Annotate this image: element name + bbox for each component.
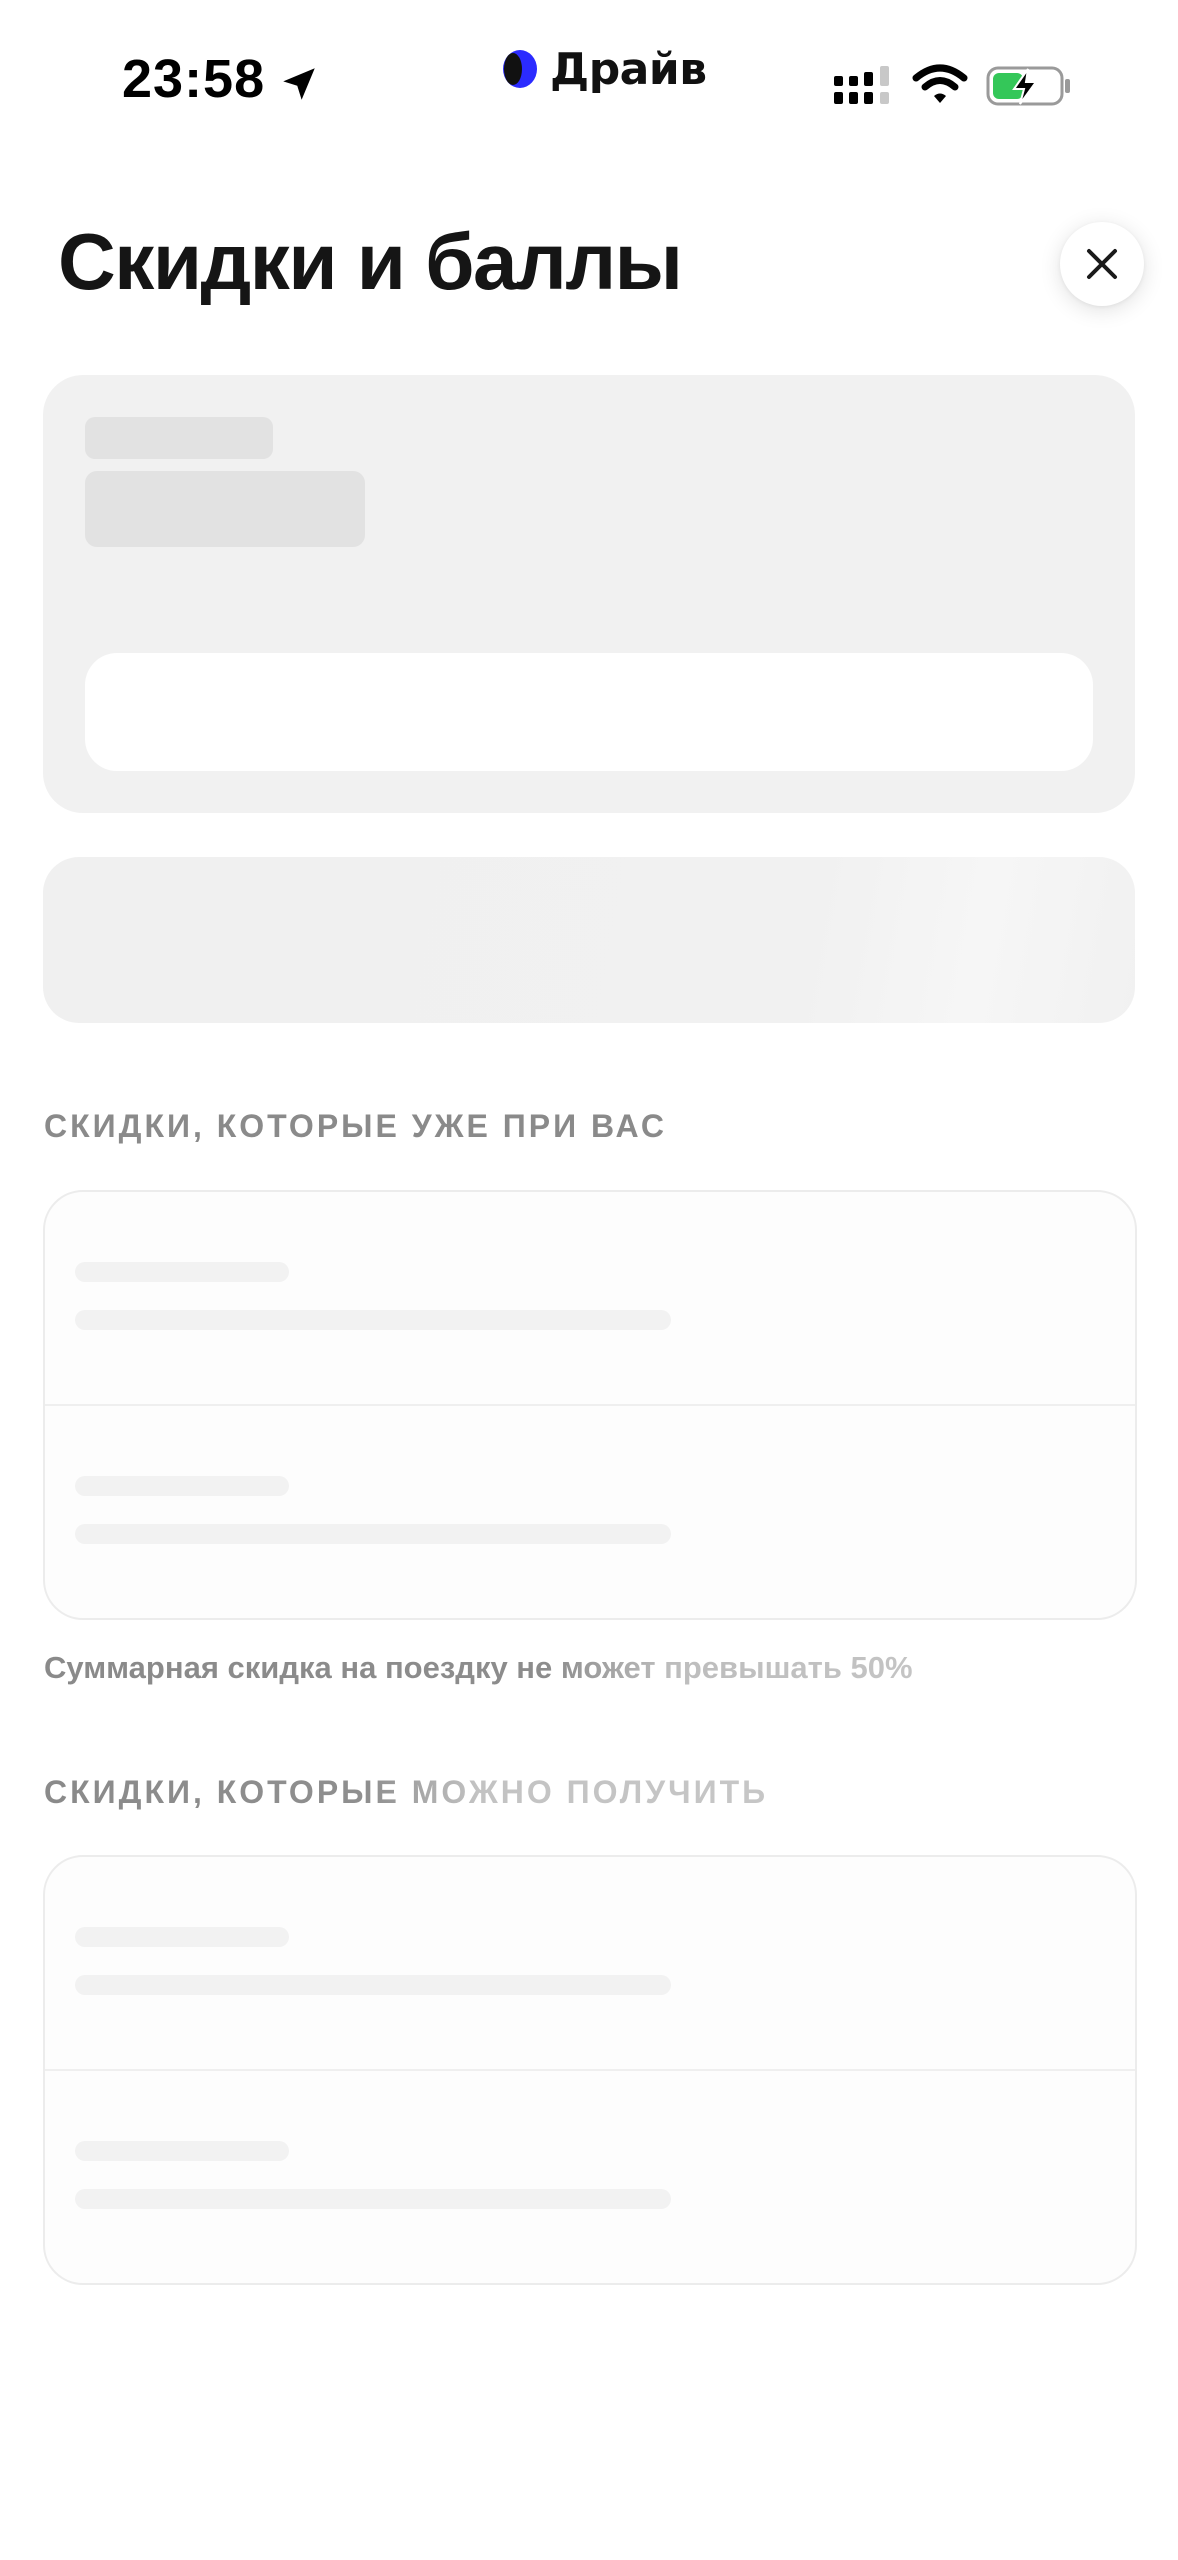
location-arrow-icon [283, 68, 315, 100]
status-bar: 23:58 Драйв [0, 0, 1178, 150]
active-discounts-list [43, 1190, 1137, 1620]
list-item-skeleton [45, 1192, 1135, 1404]
skeleton-label [85, 417, 273, 459]
skeleton-line [75, 1975, 671, 1995]
close-button[interactable] [1060, 222, 1144, 306]
skeleton-line [75, 1927, 289, 1947]
promo-banner-skeleton [43, 857, 1135, 1023]
page-title: Скидки и баллы [58, 217, 683, 306]
discount-limit-note: Суммарная скидка на поездку не может пре… [44, 1650, 913, 1685]
list-item-skeleton [45, 1857, 1135, 2069]
list-item-skeleton [45, 2071, 1135, 2283]
close-icon [1087, 249, 1117, 279]
skeleton-line [75, 1310, 671, 1330]
section-title-active-discounts: СКИДКИ, КОТОРЫЕ УЖЕ ПРИ ВАС [44, 1108, 667, 1144]
cellular-signal-icon [834, 66, 889, 104]
skeleton-line [75, 2141, 289, 2161]
skeleton-button [85, 653, 1093, 771]
app-name: Драйв [550, 43, 707, 95]
skeleton-line [75, 2189, 671, 2209]
app-logo-icon [503, 50, 537, 88]
battery-charging-icon [986, 66, 1070, 106]
skeleton-line [75, 1476, 289, 1496]
skeleton-line [75, 1262, 289, 1282]
app-indicator: Драйв [500, 43, 707, 95]
skeleton-line [75, 1524, 671, 1544]
wifi-icon [912, 64, 968, 103]
balance-card-skeleton [43, 375, 1135, 813]
list-item-skeleton [45, 1406, 1135, 1618]
status-time: 23:58 [122, 49, 266, 109]
section-title-available-discounts: СКИДКИ, КОТОРЫЕ МОЖНО ПОЛУЧИТЬ [44, 1774, 769, 1810]
skeleton-value [85, 471, 365, 547]
available-discounts-list [43, 1855, 1137, 2285]
